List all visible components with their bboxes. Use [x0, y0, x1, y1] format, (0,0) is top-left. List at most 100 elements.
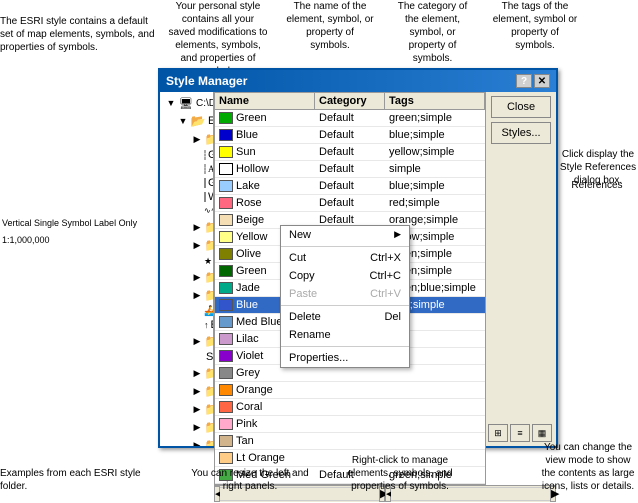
- color-swatch: [219, 282, 233, 294]
- tree-area-patches[interactable]: ▶ 📁 Area Patches: [162, 218, 211, 236]
- folder-icon: 📁: [204, 437, 214, 446]
- name-cell: Orange: [215, 383, 315, 397]
- tree-scale-line1[interactable]: Scale Line 1: [162, 350, 211, 364]
- expand-icon: ▶: [190, 220, 204, 234]
- folder-icon: 📁: [204, 383, 214, 399]
- name-cell: Lake: [215, 179, 315, 193]
- details-view-btn[interactable]: ▦: [532, 424, 552, 442]
- ctx-new[interactable]: New ▶: [281, 226, 409, 244]
- table-row[interactable]: RoseDefaultred;simple: [215, 195, 485, 212]
- tree-root[interactable]: ▼ 🖥 C:\Documents and Settings\: [162, 94, 211, 112]
- folder-open-icon: 📂: [190, 113, 206, 129]
- name-cell: Tan: [215, 434, 315, 448]
- tree-grey50[interactable]: Grey 50%: [162, 176, 211, 190]
- tree-reference-systems[interactable]: ▶ 📁 Reference Systems: [162, 130, 211, 148]
- color-swatch: [219, 435, 233, 447]
- tree-scale-texts[interactable]: ▶ 📁 Scale Texts: [162, 400, 211, 418]
- expand-icon: ▶: [190, 402, 204, 416]
- styles-button[interactable]: Styles...: [491, 122, 551, 144]
- tree-line-patches[interactable]: ▶ 📁 Line Patches: [162, 236, 211, 254]
- tree-esri-style[interactable]: ▼ 📂 ESRI.style: [162, 112, 211, 130]
- list-view-btn[interactable]: ≡: [510, 424, 530, 442]
- col-header-name: Name: [215, 93, 315, 109]
- tree-panel[interactable]: ▼ 🖥 C:\Documents and Settings\ ▼ 📂 ESRI.…: [160, 92, 214, 446]
- tree-borders[interactable]: ▶ 📁 Borders: [162, 436, 211, 446]
- tags-cell: blue;simple: [385, 179, 485, 193]
- ctx-cut-label: Cut: [289, 252, 306, 264]
- ctx-paste[interactable]: Paste Ctrl+V: [281, 285, 409, 303]
- expand-icon: ▶: [190, 270, 204, 284]
- name-cell: Lt Orange: [215, 451, 315, 465]
- name-cell: Sun: [215, 145, 315, 159]
- tree-water-body[interactable]: Water Body: [162, 190, 211, 204]
- folder-icon: 📁: [204, 131, 214, 147]
- tree-labels[interactable]: ▶ 📁 Labels: [162, 268, 211, 286]
- tree-graticule[interactable]: Graticule: [162, 148, 211, 162]
- dialog-titlebar: Style Manager ? ✕: [160, 70, 556, 92]
- ctx-sep2: [281, 305, 409, 306]
- folder-icon: 📁: [204, 269, 214, 285]
- color-swatch: [219, 316, 233, 328]
- tree-scale-bars[interactable]: ▶ 📁 Scale Bars: [162, 364, 211, 382]
- table-row[interactable]: SunDefaultyellow;simple: [215, 144, 485, 161]
- close-button[interactable]: ✕: [534, 74, 550, 88]
- tree-repr-markers[interactable]: ▶ 📁 Representation Markers: [162, 286, 211, 304]
- folder-icon: 📁: [204, 287, 214, 303]
- ctx-copy[interactable]: Copy Ctrl+C: [281, 267, 409, 285]
- color-swatch: [219, 452, 233, 464]
- tree-esri-north1[interactable]: ↑ ESRI North 1: [162, 318, 211, 332]
- large-icons-view-btn[interactable]: ⊞: [488, 424, 508, 442]
- scale-line1-label: Scale Line 1: [206, 351, 214, 363]
- tree-kayaking[interactable]: 🚣 Kayaking: [162, 304, 211, 318]
- tags-cell: red;simple: [385, 196, 485, 210]
- name-cell: Rose: [215, 196, 315, 210]
- table-row[interactable]: HollowDefaultsimple: [215, 161, 485, 178]
- ctx-delete[interactable]: Delete Del: [281, 308, 409, 326]
- ctx-paste-shortcut: Ctrl+V: [370, 288, 401, 300]
- table-row[interactable]: Tan: [215, 433, 485, 450]
- tags-cell: [385, 389, 485, 391]
- name-cell: Grey: [215, 366, 315, 380]
- ctx-rename-label: Rename: [289, 329, 331, 341]
- tags-cell: [385, 440, 485, 442]
- ctx-properties[interactable]: Properties...: [281, 349, 409, 367]
- ctx-cut[interactable]: Cut Ctrl+X: [281, 249, 409, 267]
- color-swatch: [219, 231, 233, 243]
- tags-cell: green;simple: [385, 111, 485, 125]
- help-button[interactable]: ?: [516, 74, 532, 88]
- tags-cell: blue;simple: [385, 128, 485, 142]
- table-row[interactable]: GreenDefaultgreen;simple: [215, 110, 485, 127]
- category-cell: Default: [315, 196, 385, 210]
- ctx-copy-label: Copy: [289, 270, 315, 282]
- ctx-rename[interactable]: Rename: [281, 326, 409, 344]
- folder-icon: 🖥: [178, 95, 194, 111]
- table-row[interactable]: BlueDefaultblue;simple: [215, 127, 485, 144]
- ctx-paste-label: Paste: [289, 288, 317, 300]
- table-row[interactable]: Pink: [215, 416, 485, 433]
- category-cell: [315, 440, 385, 442]
- close-button[interactable]: Close: [491, 96, 551, 118]
- table-row[interactable]: Coral: [215, 399, 485, 416]
- scale-annotation: 1:1,000,000: [2, 235, 50, 245]
- table-row[interactable]: LakeDefaultblue;simple: [215, 178, 485, 195]
- tree-zigzag[interactable]: ∿∿∿ ZigZag: [162, 204, 211, 218]
- tree-legend-items[interactable]: ▶ 📁 Legend Items: [162, 382, 211, 400]
- name-cell: Green: [215, 111, 315, 125]
- dialog-title: Style Manager: [166, 74, 247, 88]
- ctx-sep1: [281, 246, 409, 247]
- expand-icon: ▶: [190, 334, 204, 348]
- table-row[interactable]: Orange: [215, 382, 485, 399]
- tree-large-city[interactable]: AaBb YyZz Large City: [162, 162, 211, 176]
- category-cell: [315, 389, 385, 391]
- ctx-copy-shortcut: Ctrl+C: [370, 270, 401, 282]
- tree-north-arrows[interactable]: ▶ 📁 North Arrows: [162, 332, 211, 350]
- tree-capital[interactable]: ★ Capital: [162, 254, 211, 268]
- ctx-cut-shortcut: Ctrl+X: [370, 252, 401, 264]
- color-swatch: [219, 197, 233, 209]
- category-cell: [315, 406, 385, 408]
- ctx-delete-shortcut: Del: [384, 311, 401, 323]
- tree-color-ramps[interactable]: ▶ 📁 Color Ramps: [162, 418, 211, 436]
- annotation-top-left: The ESRI style contains a default set of…: [0, 15, 155, 54]
- expand-icon: ▶: [190, 438, 204, 446]
- ctx-sep3: [281, 346, 409, 347]
